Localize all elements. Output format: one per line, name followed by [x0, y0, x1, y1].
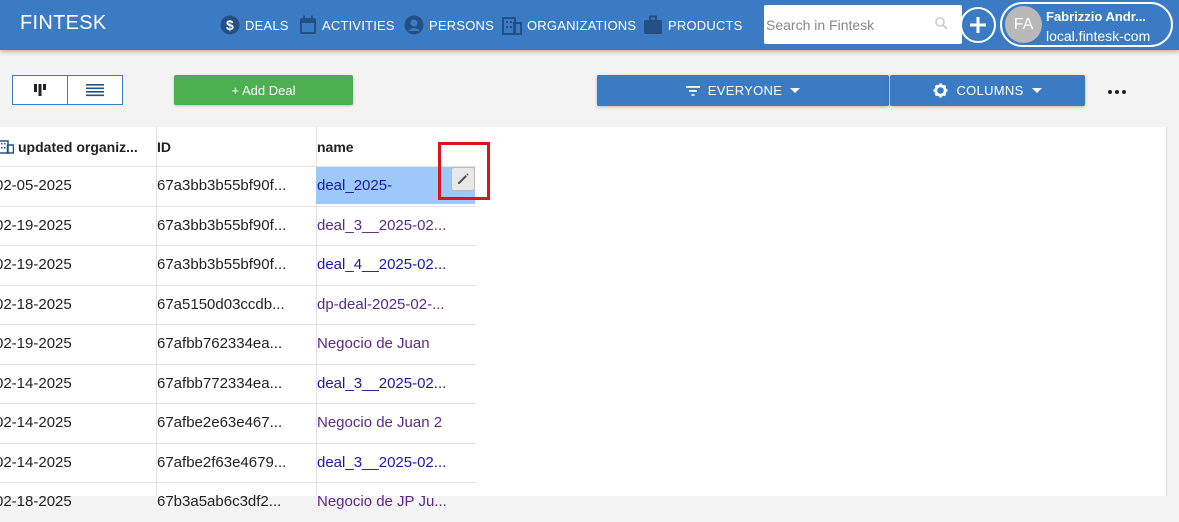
caret-down-icon — [1031, 87, 1042, 93]
cell-id[interactable]: 67a3bb3b55bf90f... — [157, 167, 307, 206]
search-input[interactable] — [766, 14, 931, 36]
building-icon — [0, 139, 14, 154]
cell-updated[interactable]: 02-14-2025 — [0, 404, 155, 443]
cell-updated[interactable]: 02-19-2025 — [0, 246, 155, 285]
column-header-id[interactable]: ID — [157, 127, 312, 166]
app-logo[interactable]: FINTESK — [20, 12, 107, 35]
gear-icon — [933, 83, 948, 98]
pipeline-icon — [34, 84, 46, 96]
table-row[interactable]: 02-14-2025 67afbb772334ea... deal_3__2025-… — [0, 363, 476, 404]
selected-cell-text: deal_2025- — [317, 177, 393, 194]
cell-updated[interactable]: 02-14-2025 — [0, 365, 155, 404]
cell-id[interactable]: 67afbb762334ea... — [157, 325, 307, 364]
cell-id[interactable]: 67a5150d03ccdb... — [157, 286, 307, 325]
nav-deals[interactable]: $ DEALS — [220, 0, 289, 50]
cell-name-link[interactable]: Negocio de Juan — [317, 325, 465, 364]
nav-deals-label: DEALS — [245, 17, 289, 33]
ellipsis-icon — [1108, 90, 1126, 94]
user-menu[interactable]: FA Fabrizzio Andr... local.fintesk-com — [1000, 2, 1173, 47]
list-icon — [86, 84, 104, 97]
cell-updated[interactable]: 02-18-2025 — [0, 286, 155, 325]
nav-organizations-label: ORGANIZATIONS — [527, 17, 637, 33]
top-bar: FINTESK $ DEALS ACTIVITIES PERSONS ORGAN… — [0, 0, 1179, 50]
view-toggle — [12, 75, 123, 105]
person-icon — [404, 15, 424, 35]
table-row[interactable]: 02-18-2025 67b3a5ab6c3df2... Negocio de JP… — [0, 482, 476, 522]
cell-id[interactable]: 67afbe2e63e467... — [157, 404, 307, 443]
calendar-icon — [300, 15, 316, 34]
svg-text:$: $ — [226, 17, 234, 33]
cell-updated[interactable]: 02-18-2025 — [0, 483, 155, 522]
cell-id[interactable]: 67a3bb3b55bf90f... — [157, 246, 307, 285]
nav-organizations[interactable]: ORGANIZATIONS — [502, 0, 636, 50]
more-options-button[interactable] — [1106, 84, 1128, 100]
plus-icon — [970, 17, 986, 33]
cell-id[interactable]: 67a3bb3b55bf90f... — [157, 207, 307, 246]
cell-name-link[interactable]: deal_3__2025-02... — [317, 365, 465, 404]
pipeline-view-button[interactable] — [13, 76, 67, 104]
cell-name-link[interactable]: deal_3__2025-02... — [317, 444, 465, 483]
list-view-button[interactable] — [67, 76, 122, 104]
cell-id[interactable]: 67afbe2f63e4679... — [157, 444, 307, 483]
filter-everyone-button[interactable]: EVERYONE — [597, 75, 889, 106]
nav-activities-label: ACTIVITIES — [322, 17, 395, 33]
nav-products-label: PRODUCTS — [668, 17, 743, 33]
dollar-icon: $ — [220, 15, 240, 35]
cell-name-link[interactable]: Negocio de JP Ju... — [317, 483, 465, 522]
table-row[interactable]: 02-14-2025 67afbe2e63e467... Negocio de Ju… — [0, 403, 476, 443]
nav-persons-label: PERSONS — [429, 17, 494, 33]
column-header-name-label: name — [317, 138, 354, 155]
cell-updated[interactable]: 02-14-2025 — [0, 444, 155, 483]
nav-products[interactable]: PRODUCTS — [643, 0, 743, 50]
table-row[interactable]: 02-19-2025 67afbb762334ea... Negocio de Ju… — [0, 324, 476, 364]
cell-name-link[interactable]: deal_4__2025-02... — [317, 246, 465, 285]
table-row[interactable]: 02-19-2025 67a3bb3b55bf90f... deal_4__2025… — [0, 245, 476, 285]
cell-id[interactable]: 67afbb772334ea... — [157, 365, 307, 404]
filter-label: EVERYONE — [707, 83, 783, 98]
filter-icon — [685, 85, 700, 96]
caret-down-icon — [790, 87, 801, 93]
search-icon[interactable] — [935, 17, 948, 30]
cell-updated[interactable]: 02-19-2025 — [0, 207, 155, 246]
search-box — [764, 5, 962, 44]
building-icon — [502, 17, 522, 35]
cell-name-link[interactable]: Negocio de Juan 2 — [317, 404, 465, 443]
columns-label: COLUMNS — [956, 83, 1024, 98]
cell-updated[interactable]: 02-05-2025 — [0, 167, 155, 206]
nav-activities[interactable]: ACTIVITIES — [299, 0, 395, 50]
cell-id[interactable]: 67b3a5ab6c3df2... — [157, 483, 307, 522]
table-row[interactable]: 02-19-2025 67a3bb3b55bf90f... deal_3__2025… — [0, 205, 476, 246]
cell-name-link[interactable]: dp-deal-2025-02-... — [317, 286, 465, 325]
table-row[interactable]: 02-18-2025 67a5150d03ccdb... dp-deal-2025-… — [0, 284, 476, 325]
nav-persons[interactable]: PERSONS — [404, 0, 494, 50]
table-row[interactable]: 02-14-2025 67afbe2f63e4679... deal_3__2025… — [0, 442, 476, 483]
column-header-id-label: ID — [157, 138, 171, 155]
column-header-updated[interactable]: updated organiz... — [0, 127, 155, 166]
columns-button[interactable]: COLUMNS — [890, 75, 1085, 106]
cell-name-link[interactable]: deal_3__2025-02... — [317, 207, 465, 246]
add-deal-button[interactable]: + Add Deal — [174, 75, 353, 105]
deals-table: updated organiz... ID name 02-05-2025 67a… — [0, 127, 1167, 510]
user-host: local.fintesk-com — [1046, 28, 1151, 44]
avatar: FA — [1005, 6, 1042, 43]
quick-add-button[interactable] — [960, 7, 996, 43]
briefcase-icon — [644, 15, 662, 34]
column-header-updated-label: updated organiz... — [18, 138, 138, 155]
user-name: Fabrizzio Andr... — [1046, 9, 1146, 24]
cell-updated[interactable]: 02-19-2025 — [0, 325, 155, 364]
